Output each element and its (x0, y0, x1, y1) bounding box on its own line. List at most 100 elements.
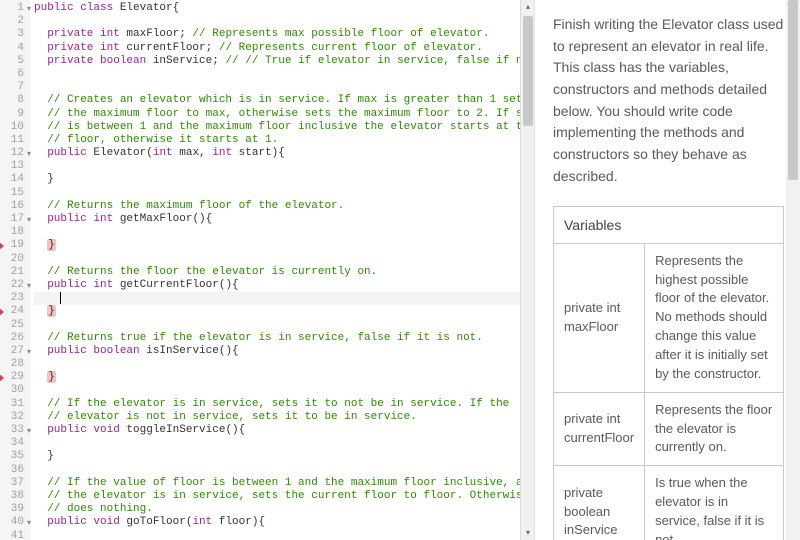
line-number[interactable]: 6 (0, 68, 30, 81)
line-number[interactable]: 41 (0, 530, 30, 540)
editor-vertical-scrollbar[interactable]: ▴ ▾ (520, 0, 534, 540)
line-number[interactable]: 19 (0, 239, 30, 252)
code-line[interactable] (34, 187, 534, 200)
line-number[interactable]: 3 (0, 28, 30, 41)
code-line[interactable]: public void toggleInService(){ (34, 424, 534, 437)
description-intro: Finish writing the Elevator class used t… (553, 14, 784, 188)
code-line[interactable] (34, 530, 534, 540)
code-line[interactable]: // the elevator is in service, sets the … (34, 490, 534, 503)
code-line[interactable] (34, 253, 534, 266)
line-number[interactable]: 7 (0, 81, 30, 94)
description-vertical-scrollbar[interactable] (786, 0, 800, 540)
code-line[interactable] (34, 292, 534, 305)
table-row: private boolean inService Is true when t… (554, 466, 784, 540)
line-number[interactable]: 30 (0, 384, 30, 397)
variable-declaration: private boolean inService (554, 466, 645, 540)
line-number[interactable]: 15 (0, 187, 30, 200)
line-number[interactable]: 21 (0, 266, 30, 279)
code-line[interactable] (34, 437, 534, 450)
code-line[interactable] (34, 81, 534, 94)
line-number[interactable]: 31 (0, 398, 30, 411)
line-number[interactable]: 17 (0, 213, 30, 226)
scroll-down-arrow-icon[interactable]: ▾ (521, 526, 535, 540)
code-line[interactable]: public int getMaxFloor(){ (34, 213, 534, 226)
line-number[interactable]: 9 (0, 108, 30, 121)
line-number[interactable]: 38 (0, 490, 30, 503)
line-number[interactable]: 40 (0, 516, 30, 529)
code-editor-pane: 1234567891011121314151617181920212223242… (0, 0, 535, 540)
line-number[interactable]: 4 (0, 42, 30, 55)
code-line[interactable]: // is between 1 and the maximum floor in… (34, 121, 534, 134)
text-cursor (60, 292, 61, 304)
table-row: private int maxFloor Represents the high… (554, 243, 784, 392)
variable-declaration: private int currentFloor (554, 392, 645, 466)
line-number[interactable]: 14 (0, 173, 30, 186)
line-number[interactable]: 18 (0, 226, 30, 239)
line-number[interactable]: 20 (0, 253, 30, 266)
code-line[interactable]: } (34, 371, 534, 384)
code-line[interactable]: // If the elevator is in service, sets i… (34, 398, 534, 411)
code-line[interactable] (34, 160, 534, 173)
code-line[interactable]: public Elevator(int max, int start){ (34, 147, 534, 160)
line-number[interactable]: 12 (0, 147, 30, 160)
line-number[interactable]: 23 (0, 292, 30, 305)
line-number[interactable]: 35 (0, 450, 30, 463)
line-number[interactable]: 13 (0, 160, 30, 173)
line-number[interactable]: 34 (0, 437, 30, 450)
code-line[interactable]: private int currentFloor; // Represents … (34, 42, 534, 55)
code-line[interactable]: public class Elevator{ (34, 2, 534, 15)
code-line[interactable] (34, 464, 534, 477)
code-line[interactable]: public void goToFloor(int floor){ (34, 516, 534, 529)
line-number[interactable]: 24 (0, 305, 30, 318)
code-line[interactable]: } (34, 450, 534, 463)
line-number[interactable]: 27 (0, 345, 30, 358)
code-line[interactable]: // Creates an elevator which is in servi… (34, 94, 534, 107)
editor-scrollbar-thumb[interactable] (523, 16, 533, 126)
code-line[interactable]: // does nothing. (34, 503, 534, 516)
code-line[interactable]: private boolean inService; // // True if… (34, 55, 534, 68)
line-number[interactable]: 37 (0, 477, 30, 490)
code-line[interactable]: // Returns true if the elevator is in se… (34, 332, 534, 345)
code-line[interactable]: private int maxFloor; // Represents max … (34, 28, 534, 41)
line-number[interactable]: 25 (0, 319, 30, 332)
line-number[interactable]: 8 (0, 94, 30, 107)
code-line[interactable] (34, 15, 534, 28)
code-line[interactable] (34, 384, 534, 397)
line-number[interactable]: 28 (0, 358, 30, 371)
code-line[interactable]: // the maximum floor to max, otherwise s… (34, 108, 534, 121)
code-line[interactable]: // Returns the floor the elevator is cur… (34, 266, 534, 279)
code-line[interactable]: } (34, 239, 534, 252)
line-number[interactable]: 11 (0, 134, 30, 147)
code-line[interactable]: // If the value of floor is between 1 an… (34, 477, 534, 490)
line-number-gutter[interactable]: 1234567891011121314151617181920212223242… (0, 0, 30, 540)
code-line[interactable]: } (34, 305, 534, 318)
code-line[interactable]: // floor, otherwise it starts at 1. (34, 134, 534, 147)
line-number[interactable]: 1 (0, 2, 30, 15)
line-number[interactable]: 33 (0, 424, 30, 437)
line-number[interactable]: 32 (0, 411, 30, 424)
code-line[interactable] (34, 226, 534, 239)
code-line[interactable]: // Returns the maximum floor of the elev… (34, 200, 534, 213)
code-line[interactable] (34, 68, 534, 81)
line-number[interactable]: 2 (0, 15, 30, 28)
code-line[interactable] (34, 358, 534, 371)
line-number[interactable]: 22 (0, 279, 30, 292)
line-number[interactable]: 29 (0, 371, 30, 384)
line-number[interactable]: 16 (0, 200, 30, 213)
line-number[interactable]: 5 (0, 55, 30, 68)
code-line[interactable]: } (34, 173, 534, 186)
scroll-up-arrow-icon[interactable]: ▴ (521, 0, 535, 14)
code-line[interactable]: public boolean isInService(){ (34, 345, 534, 358)
line-number[interactable]: 36 (0, 464, 30, 477)
variable-description: Represents the floor the elevator is cur… (645, 392, 784, 466)
code-line[interactable] (34, 319, 534, 332)
code-line[interactable]: // elevator is not in service, sets it t… (34, 411, 534, 424)
code-editor[interactable]: 1234567891011121314151617181920212223242… (0, 0, 534, 540)
code-content[interactable]: public class Elevator{ private int maxFl… (30, 0, 534, 540)
description-scrollbar-thumb[interactable] (788, 0, 798, 180)
line-number[interactable]: 10 (0, 121, 30, 134)
app-root: 1234567891011121314151617181920212223242… (0, 0, 800, 540)
code-line[interactable]: public int getCurrentFloor(){ (34, 279, 534, 292)
line-number[interactable]: 39 (0, 503, 30, 516)
line-number[interactable]: 26 (0, 332, 30, 345)
